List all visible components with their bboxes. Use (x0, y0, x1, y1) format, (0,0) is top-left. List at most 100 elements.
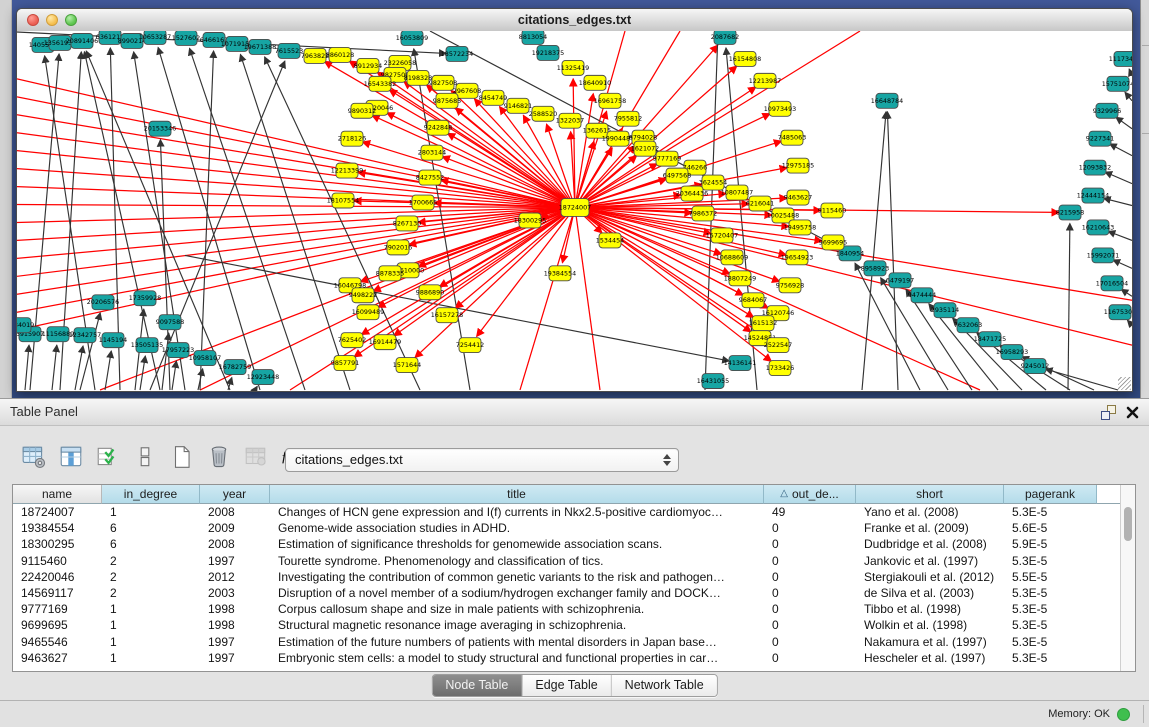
table-cell[interactable]: Corpus callosum shape and size in male p… (270, 601, 764, 617)
table-row[interactable]: 969969511998Structural magnetic resonanc… (13, 617, 1120, 633)
graph-node[interactable]: 9097588 (156, 315, 184, 330)
graph-node[interactable]: 2718126 (338, 131, 366, 146)
graph-node[interactable]: 16961758 (594, 93, 626, 108)
table-cell[interactable]: Franke et al. (2009) (856, 520, 1004, 536)
table-cell[interactable]: 6 (102, 536, 200, 552)
graph-node[interactable]: 1615132 (749, 316, 777, 331)
table-cell[interactable]: 2 (102, 585, 200, 601)
tab-network-table[interactable]: Network Table (612, 675, 717, 696)
graph-edge[interactable] (1110, 144, 1132, 156)
column-header-year[interactable]: year (200, 485, 270, 504)
window-titlebar[interactable]: citations_edges.txt (17, 9, 1132, 32)
graph-edge[interactable] (887, 112, 898, 390)
table-cell[interactable]: 9463627 (13, 650, 102, 666)
graph-node[interactable]: 1145194 (99, 333, 127, 348)
table-row[interactable]: 977716911998Corpus callosum shape and si… (13, 601, 1120, 617)
graph-edge[interactable] (862, 112, 886, 390)
table-cell[interactable]: 1 (102, 617, 200, 633)
graph-node[interactable]: 14136141 (724, 356, 756, 371)
citation-network-graph[interactable]: 1872400714055721356193720891406636121889… (17, 31, 1132, 391)
graph-node[interactable]: 16154808 (729, 51, 761, 66)
graph-node[interactable]: 9875685 (433, 93, 461, 108)
column-header-name[interactable]: name (13, 485, 102, 504)
table-cell[interactable]: 9115460 (13, 553, 102, 569)
graph-edge[interactable] (105, 351, 111, 390)
graph-node[interactable]: 9857791 (331, 356, 359, 371)
table-cell[interactable]: 2 (102, 553, 200, 569)
table-cell[interactable]: de Silva et al. (2003) (856, 585, 1004, 601)
table-cell[interactable]: 0 (764, 536, 856, 552)
table-cell[interactable]: 0 (764, 650, 856, 666)
table-vertical-scrollbar[interactable] (1120, 485, 1135, 671)
graph-node[interactable]: 7632063 (954, 318, 982, 333)
table-cell[interactable]: 0 (764, 585, 856, 601)
table-row[interactable]: 911546021997Tourette syndrome. Phenomeno… (13, 553, 1120, 569)
graph-node[interactable]: 1733426 (766, 361, 794, 376)
graph-node[interactable]: 7902016 (384, 240, 412, 255)
graph-node[interactable]: 7254412 (456, 338, 484, 353)
graph-node[interactable]: 18640910 (579, 75, 611, 90)
graph-edge[interactable] (1127, 320, 1132, 325)
graph-edge[interactable] (1121, 289, 1132, 296)
column-header-short[interactable]: short (856, 485, 1004, 504)
graph-edge[interactable] (1125, 92, 1132, 100)
graph-node[interactable]: 11156889 (42, 327, 74, 342)
graph-node[interactable]: 16210643 (1082, 220, 1114, 235)
table-cell[interactable]: 5.3E-5 (1004, 504, 1097, 520)
table-cell[interactable]: Structural magnetic resonance image aver… (270, 617, 764, 633)
graph-edge[interactable] (1046, 369, 1118, 390)
column-header-pagerank[interactable]: pagerank (1004, 485, 1097, 504)
table-cell[interactable]: Estimation of the future numbers of pati… (270, 634, 764, 650)
close-panel-icon[interactable] (1125, 405, 1140, 420)
table-cell[interactable]: 5.3E-5 (1004, 553, 1097, 569)
graph-node[interactable]: 17016504 (1096, 276, 1128, 291)
graph-edge[interactable] (1105, 172, 1132, 184)
graph-node[interactable]: 8912934 (354, 58, 382, 73)
table-cell[interactable]: 18300295 (13, 536, 102, 552)
graph-node[interactable]: 9777169 (653, 151, 681, 166)
graph-node[interactable]: 7625402 (338, 333, 366, 348)
table-cell[interactable]: 49 (764, 504, 856, 520)
table-row[interactable]: 946362711997Embryonic stem cells: a mode… (13, 650, 1120, 666)
graph-node[interactable]: 1534454 (596, 233, 624, 248)
graph-node[interactable]: 8267130 (393, 216, 421, 231)
table-cell[interactable]: 1997 (200, 634, 270, 650)
table-cell[interactable]: Wolkin et al. (1998) (856, 617, 1004, 633)
column-header-out_de[interactable]: △out_de... (764, 485, 856, 504)
table-row[interactable]: 1830029562008Estimation of significance … (13, 536, 1120, 552)
show-column-button[interactable] (57, 443, 84, 471)
table-cell[interactable]: 6 (102, 520, 200, 536)
table-cell[interactable]: 1 (102, 650, 200, 666)
graph-edge[interactable] (255, 386, 257, 390)
table-cell[interactable]: 1998 (200, 617, 270, 633)
table-cell[interactable]: 2008 (200, 536, 270, 552)
column-header-title[interactable]: title (270, 485, 764, 504)
column-selector-button[interactable] (131, 443, 158, 471)
graph-node[interactable]: 13505135 (131, 338, 163, 353)
table-cell[interactable]: Investigating the contribution of common… (270, 569, 764, 585)
table-cell[interactable]: 5.3E-5 (1004, 601, 1097, 617)
table-row[interactable]: 1938455462009Genome-wide association stu… (13, 520, 1120, 536)
graph-node[interactable]: 19218375 (532, 45, 564, 60)
window-resize-grip[interactable] (1118, 377, 1131, 390)
graph-node[interactable]: 1527602 (172, 31, 200, 45)
table-cell[interactable]: Dudbridge et al. (2008) (856, 536, 1004, 552)
graph-node[interactable]: 9245012 (1021, 359, 1049, 374)
table-cell[interactable]: Nakamura et al. (1997) (856, 634, 1004, 650)
graph-node[interactable]: 2588520 (529, 106, 557, 121)
table-cell[interactable]: 1 (102, 601, 200, 617)
graph-node[interactable]: 9227341 (1086, 131, 1114, 146)
graph-node[interactable]: 9684067 (739, 293, 767, 308)
graph-node[interactable]: 6497568 (663, 168, 691, 183)
table-cell[interactable]: 19384554 (13, 520, 102, 536)
graph-edge[interactable] (200, 208, 575, 390)
graph-node[interactable]: 8813054 (519, 31, 547, 44)
network-canvas[interactable]: 1872400714055721356193720891406636121889… (17, 31, 1132, 391)
graph-node[interactable]: 1571644 (393, 358, 421, 373)
table-cell[interactable]: Embryonic stem cells: a model to study s… (270, 650, 764, 666)
table-cell[interactable]: 5.3E-5 (1004, 617, 1097, 633)
graph-node[interactable]: 8860128 (326, 47, 354, 62)
graph-node[interactable]: 9498222 (349, 288, 377, 303)
graph-edge[interactable] (172, 361, 176, 390)
table-row[interactable]: 1872400712008Changes of HCN gene express… (13, 504, 1120, 520)
